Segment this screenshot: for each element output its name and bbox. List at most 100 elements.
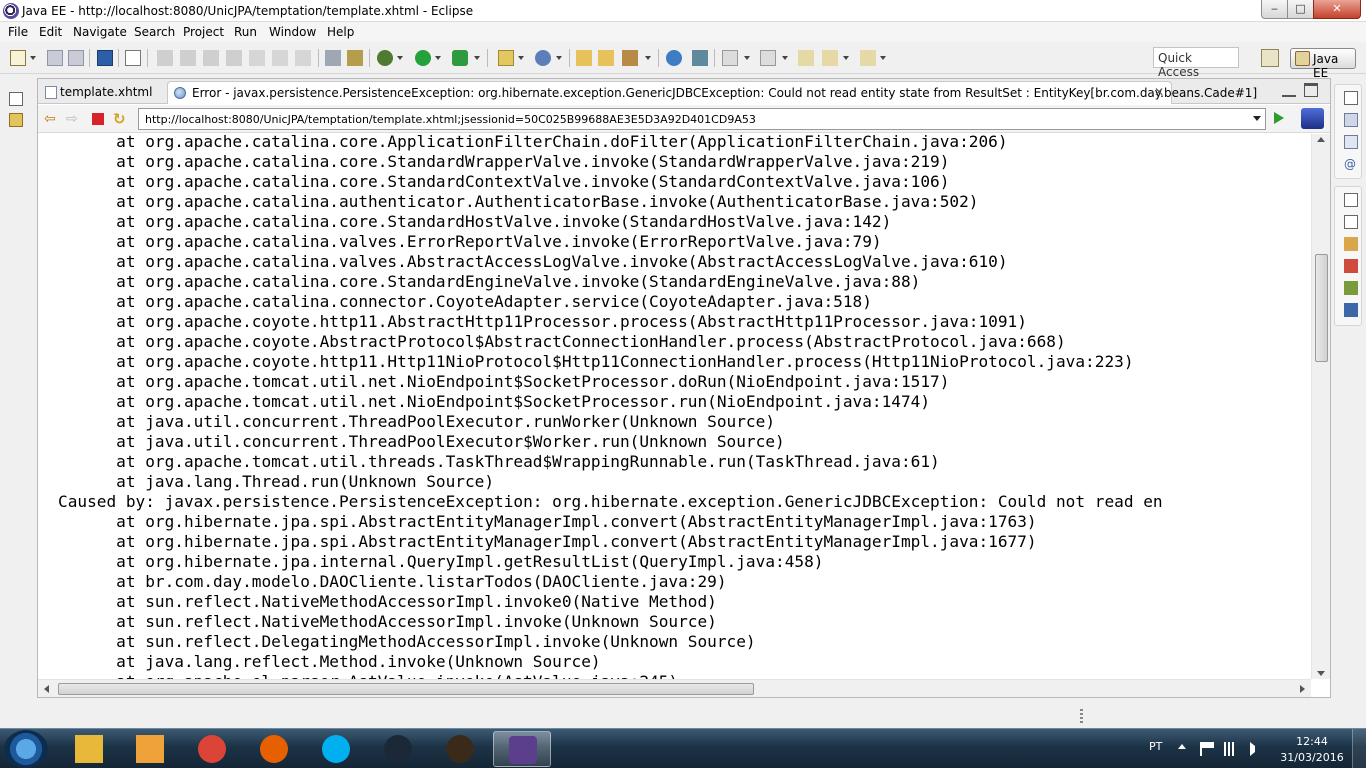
horizontal-scrollbar[interactable] (38, 679, 1311, 697)
suspend-icon[interactable] (180, 50, 196, 66)
maximize-button[interactable]: □ (1287, 0, 1314, 19)
step-into-icon[interactable] (249, 50, 265, 66)
url-history-dropdown-icon[interactable] (1253, 116, 1261, 121)
step-over-icon[interactable] (272, 50, 288, 66)
project-explorer-icon[interactable] (9, 113, 23, 127)
run-on-server-icon[interactable] (452, 50, 468, 66)
close-button[interactable]: ✕ (1313, 0, 1361, 19)
new-web-service-icon[interactable] (535, 50, 551, 66)
input-language-indicator[interactable]: PT (1149, 740, 1162, 753)
eclipse-web-browser-icon[interactable] (1301, 108, 1324, 129)
back-dropdown-icon[interactable] (843, 50, 850, 66)
open-perspective-icon[interactable] (1261, 49, 1279, 67)
back-icon[interactable] (822, 50, 838, 66)
menu-window[interactable]: Window (269, 25, 316, 39)
use-step-filters-icon[interactable] (347, 50, 363, 66)
run-icon[interactable] (415, 50, 431, 66)
external-tools-dropdown-icon[interactable] (474, 50, 481, 66)
javadoc-icon[interactable]: @ (1344, 157, 1358, 171)
minimize-button[interactable]: ‒ (1261, 0, 1288, 19)
taskbar-app[interactable] (121, 731, 179, 767)
previous-annotation-dropdown-icon[interactable] (782, 50, 789, 66)
menu-edit[interactable]: Edit (39, 25, 62, 39)
clock-time[interactable]: 12:44 (1284, 735, 1340, 748)
menu-run[interactable]: Run (234, 25, 257, 39)
terminate-icon[interactable] (203, 50, 219, 66)
maximize-editor-icon[interactable] (1304, 83, 1318, 97)
restore-icon[interactable] (9, 92, 23, 106)
close-tab-icon[interactable]: ✕ (1154, 85, 1164, 99)
new-ejb-icon[interactable] (498, 50, 514, 66)
forward-arrow-icon[interactable]: ⇨ (66, 111, 82, 127)
run-dropdown-icon[interactable] (435, 50, 442, 66)
task-list-icon[interactable] (1344, 135, 1358, 149)
action-center-flag-icon[interactable] (1200, 742, 1214, 756)
outline-icon[interactable] (1344, 113, 1358, 127)
taskbar-app[interactable] (369, 731, 427, 767)
scroll-up-icon[interactable] (1317, 137, 1325, 142)
menu-help[interactable]: Help (327, 25, 354, 39)
new-dropdown-icon[interactable] (30, 50, 37, 66)
last-edit-location-icon[interactable] (798, 50, 814, 66)
next-annotation-dropdown-icon[interactable] (744, 50, 751, 66)
open-task-icon[interactable] (598, 50, 614, 66)
search-dropdown-icon[interactable] (645, 50, 652, 66)
toggle-mark-icon[interactable] (692, 50, 708, 66)
menu-search[interactable]: Search (134, 25, 175, 39)
refresh-icon[interactable]: ↻ (113, 111, 129, 127)
restore-icon[interactable] (1344, 193, 1358, 207)
properties-icon[interactable] (1344, 237, 1358, 251)
markers-icon[interactable] (1344, 215, 1358, 229)
menu-navigate[interactable]: Navigate (73, 25, 127, 39)
go-icon[interactable] (1274, 112, 1284, 124)
network-signal-icon[interactable] (1224, 742, 1238, 756)
stop-icon[interactable] (92, 113, 104, 125)
perspective-javaee-button[interactable]: Java EE (1290, 48, 1356, 80)
menu-project[interactable]: Project (183, 25, 224, 39)
forward-dropdown-icon[interactable] (880, 50, 887, 66)
windows-start-icon[interactable] (4, 730, 48, 768)
taskbar-app-active[interactable] (493, 731, 551, 767)
status-bar-grip[interactable] (1080, 709, 1083, 723)
url-input[interactable]: http://localhost:8080/UnicJPA/temptation… (138, 108, 1266, 130)
search-icon[interactable] (622, 50, 638, 66)
step-return-icon[interactable] (295, 50, 311, 66)
taskbar-app[interactable] (307, 731, 365, 767)
save-all-icon[interactable] (68, 50, 84, 66)
open-type-icon[interactable] (576, 50, 592, 66)
menu-file[interactable]: File (8, 25, 28, 39)
skip-breakpoints-icon[interactable] (125, 50, 141, 66)
minimize-editor-icon[interactable] (1282, 83, 1296, 97)
tab-template-xhtml[interactable]: template.xhtml (40, 81, 167, 104)
quick-access-field[interactable]: Quick Access (1153, 47, 1239, 79)
horizontal-scroll-thumb[interactable] (58, 683, 754, 695)
data-source-explorer-icon[interactable] (1344, 281, 1358, 295)
console-icon[interactable] (1344, 303, 1358, 317)
scroll-right-icon[interactable] (1300, 685, 1305, 693)
tab-error-page[interactable]: Error - javax.persistence.PersistenceExc… (167, 81, 1257, 104)
print-icon[interactable] (97, 50, 113, 66)
web-service-dropdown-icon[interactable] (556, 50, 563, 66)
taskbar-app[interactable] (60, 731, 118, 767)
next-annotation-icon[interactable] (722, 50, 738, 66)
save-icon[interactable] (47, 50, 63, 66)
drop-to-frame-icon[interactable] (325, 50, 341, 66)
clock-date[interactable]: 31/03/2016 (1280, 751, 1344, 764)
back-arrow-icon[interactable]: ⇦ (44, 111, 60, 127)
browser-icon[interactable] (666, 50, 682, 66)
debug-icon[interactable] (377, 50, 393, 66)
restore-icon[interactable] (1344, 91, 1358, 105)
disconnect-icon[interactable] (226, 50, 242, 66)
new-wizard-icon[interactable] (10, 50, 26, 66)
forward-icon[interactable] (860, 50, 876, 66)
taskbar-app[interactable] (431, 731, 489, 767)
taskbar-app[interactable] (245, 731, 303, 767)
resume-icon[interactable] (157, 50, 173, 66)
scroll-down-icon[interactable] (1317, 671, 1325, 676)
show-desktop-button[interactable] (1352, 729, 1366, 768)
debug-dropdown-icon[interactable] (397, 50, 404, 66)
scroll-left-icon[interactable] (44, 685, 49, 693)
volume-icon[interactable] (1250, 742, 1264, 756)
new-ejb-dropdown-icon[interactable] (518, 50, 525, 66)
show-hidden-icons-icon[interactable] (1178, 744, 1186, 749)
